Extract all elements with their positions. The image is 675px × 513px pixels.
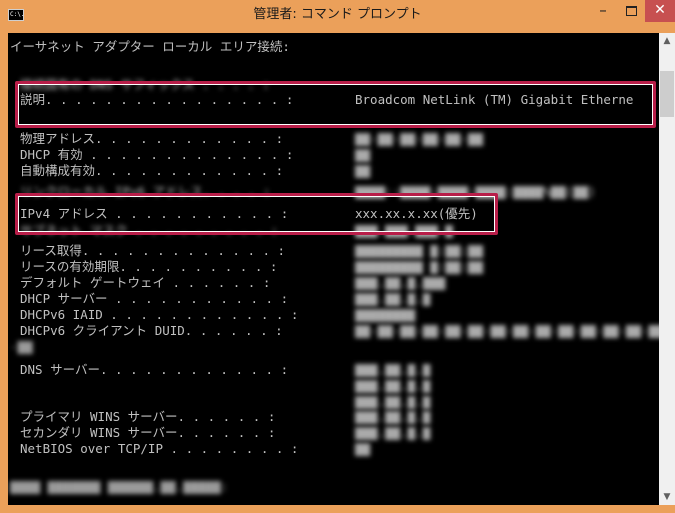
dns-servers-value: ▇▇▇.▇▇.▇.▇	[355, 362, 431, 377]
default-gateway-label: デフォルト ゲートウェイ . . . . . . :	[20, 275, 271, 290]
row-dns-servers-2: ▇▇▇.▇▇.▇.▇	[8, 378, 430, 394]
scrollbar-thumb[interactable]	[660, 71, 674, 117]
lease-expires-label: リースの有効期限. . . . . . . . . . :	[20, 259, 278, 274]
description-highlight-box	[15, 81, 656, 128]
duid-continuation-value: -▇▇	[10, 339, 33, 354]
scroll-up-arrow-icon[interactable]: ▲	[659, 33, 675, 49]
secondary-wins-label: セカンダリ WINS サーバー. . . . . . :	[20, 425, 276, 440]
dhcp-enabled-label: DHCP 有効 . . . . . . . . . . . . . :	[20, 147, 294, 162]
row-physical-address: 物理アドレス. . . . . . . . . . . . : ▇▇-▇▇-▇▇…	[8, 131, 483, 147]
maximize-button[interactable]	[617, 0, 645, 22]
row-primary-wins: プライマリ WINS サーバー. . . . . . : ▇▇▇.▇▇.▇.▇	[8, 409, 430, 425]
dns-servers-value-2: ▇▇▇.▇▇.▇.▇	[355, 378, 431, 393]
primary-wins-label: プライマリ WINS サーバー. . . . . . :	[20, 409, 276, 424]
scroll-down-arrow-icon[interactable]: ▼	[659, 489, 675, 505]
autoconfig-enabled-label: 自動構成有効. . . . . . . . . . . . :	[20, 163, 284, 178]
row-netbios: NetBIOS over TCP/IP . . . . . . . . : ▇▇	[8, 441, 370, 457]
row-dhcp-server: DHCP サーバー . . . . . . . . . . . : ▇▇▇.▇▇…	[8, 291, 430, 307]
dns-servers-label: DNS サーバー. . . . . . . . . . . . :	[20, 362, 289, 377]
row-next-adapter: ▇▇▇▇ ▇▇▇▇▇▇▇ ▇▇▇▇▇▇.▇▇.▇▇▇▇▇:	[8, 479, 228, 495]
row-lease-obtained: リース取得. . . . . . . . . . . . . : ▇▇▇▇▇▇▇…	[8, 243, 483, 259]
minimize-button[interactable]: –	[589, 0, 617, 22]
vertical-scrollbar[interactable]: ▲ ▼	[659, 33, 675, 505]
close-icon: ✕	[654, 2, 666, 18]
lease-expires-value: ▇▇▇▇▇▇▇▇▇ ▇:▇▇:▇▇	[355, 259, 483, 274]
command-prompt-window: C:\. 管理者: コマンド プロンプト – ✕ イーサネット アダプター ロー…	[0, 0, 675, 513]
primary-wins-value: ▇▇▇.▇▇.▇.▇	[355, 409, 431, 424]
dhcpv6-iaid-value: ▇▇▇▇▇▇▇▇	[355, 307, 416, 322]
dhcp-server-label: DHCP サーバー . . . . . . . . . . . :	[20, 291, 289, 306]
row-duid-continuation: -▇▇	[8, 339, 53, 355]
console-output[interactable]: イーサネット アダプター ローカル エリア接続: 接続固有の DNS サフィック…	[8, 33, 659, 505]
dhcpv6-iaid-label: DHCPv6 IAID . . . . . . . . . . . . :	[20, 307, 299, 322]
autoconfig-enabled-value: ▇▇	[355, 163, 371, 178]
lease-obtained-value: ▇▇▇▇▇▇▇▇▇ ▇:▇▇:▇▇	[355, 243, 483, 258]
physical-address-value: ▇▇-▇▇-▇▇-▇▇-▇▇-▇▇	[355, 131, 483, 146]
row-autoconfig-enabled: 自動構成有効. . . . . . . . . . . . : ▇▇	[8, 163, 370, 179]
maximize-icon	[625, 6, 637, 16]
row-default-gateway: デフォルト ゲートウェイ . . . . . . : ▇▇▇.▇▇.▇.▇▇▇	[8, 275, 445, 291]
lease-obtained-label: リース取得. . . . . . . . . . . . . :	[20, 243, 286, 258]
row-lease-expires: リースの有効期限. . . . . . . . . . : ▇▇▇▇▇▇▇▇▇ …	[8, 259, 483, 275]
title-bar[interactable]: C:\. 管理者: コマンド プロンプト – ✕	[0, 0, 675, 33]
window-bottom-border	[0, 505, 675, 513]
window-title: 管理者: コマンド プロンプト	[253, 7, 422, 22]
row-dhcpv6-iaid: DHCPv6 IAID . . . . . . . . . . . . : ▇▇…	[8, 307, 415, 323]
row-dns-servers: DNS サーバー. . . . . . . . . . . . : ▇▇▇.▇▇…	[8, 362, 430, 378]
netbios-label: NetBIOS over TCP/IP . . . . . . . . :	[20, 441, 299, 456]
row-dhcp-enabled: DHCP 有効 . . . . . . . . . . . . . : ▇▇	[8, 147, 370, 163]
row-dns-servers-3: ▇▇▇.▇▇.▇.▇	[8, 394, 430, 410]
dhcpv6-duid-label: DHCPv6 クライアント DUID. . . . . . :	[20, 323, 283, 338]
row-dhcpv6-duid: DHCPv6 クライアント DUID. . . . . . : ▇▇-▇▇-▇▇…	[8, 323, 659, 339]
minimize-icon: –	[599, 1, 607, 19]
dhcpv6-duid-value: ▇▇-▇▇-▇▇-▇▇-▇▇-▇▇-▇▇-▇▇-▇▇-▇▇-▇▇-▇▇-▇▇-▇…	[355, 323, 659, 338]
row-secondary-wins: セカンダリ WINS サーバー. . . . . . : ▇▇▇.▇▇.▇.▇	[8, 425, 430, 441]
secondary-wins-value: ▇▇▇.▇▇.▇.▇	[355, 425, 431, 440]
ipv4-highlight-box	[15, 193, 498, 235]
netbios-value: ▇▇	[355, 441, 371, 456]
dhcp-enabled-value: ▇▇	[355, 147, 371, 162]
dns-servers-value-3: ▇▇▇.▇▇.▇.▇	[355, 394, 431, 409]
next-adapter-header: ▇▇▇▇ ▇▇▇▇▇▇▇ ▇▇▇▇▇▇.▇▇.▇▇▇▇▇:	[10, 479, 229, 494]
close-button[interactable]: ✕	[645, 0, 675, 22]
physical-address-label: 物理アドレス. . . . . . . . . . . . :	[20, 131, 284, 146]
dhcp-server-value: ▇▇▇.▇▇.▇.▇	[355, 291, 431, 306]
default-gateway-value: ▇▇▇.▇▇.▇.▇▇▇	[355, 275, 446, 290]
